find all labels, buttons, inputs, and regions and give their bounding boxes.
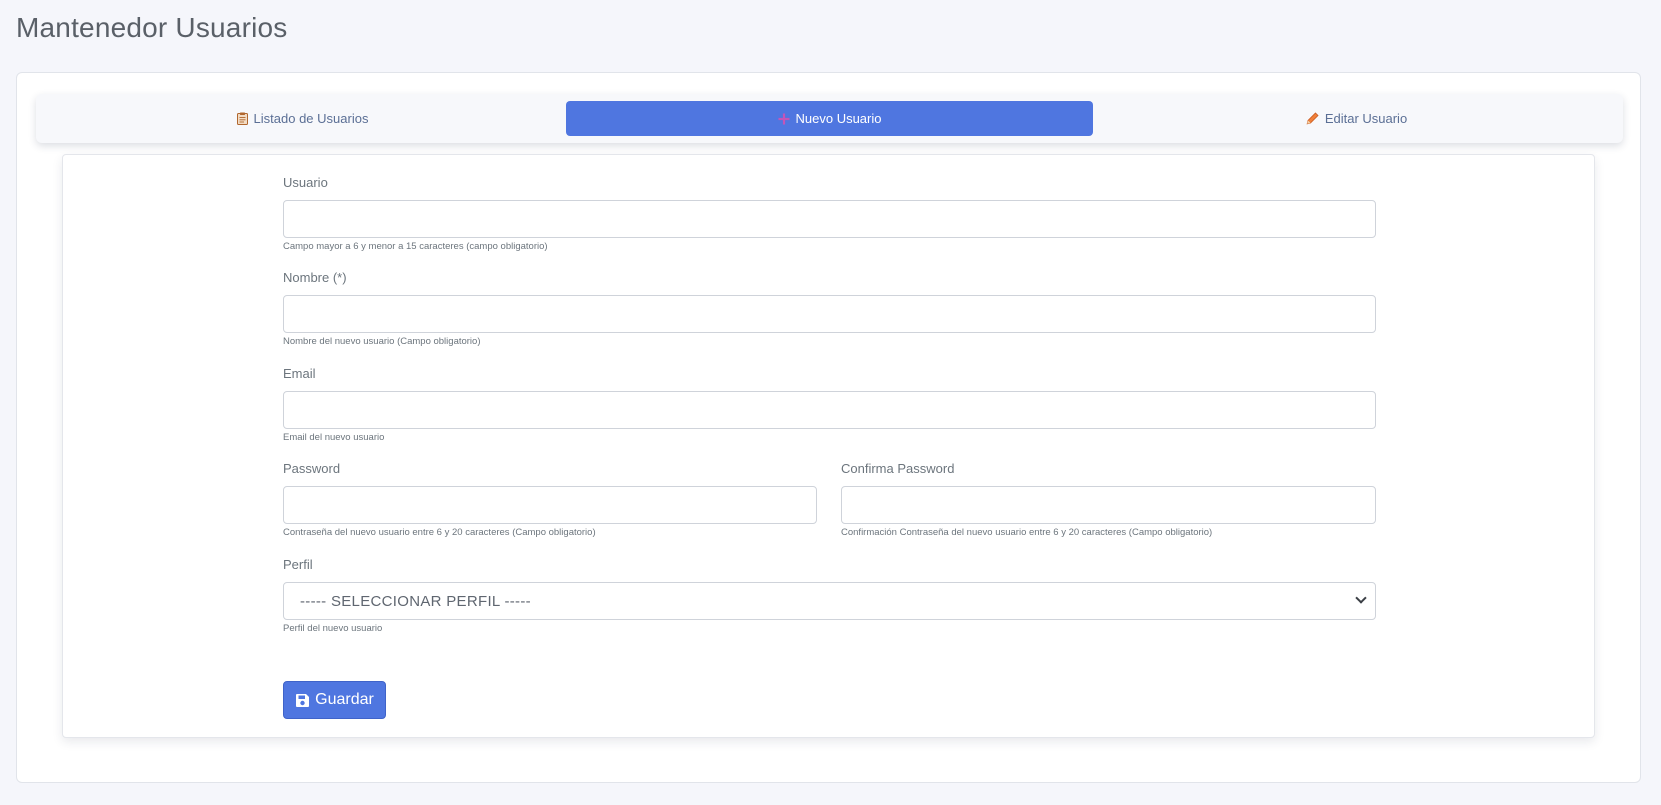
chevron-down-icon: [1355, 592, 1367, 604]
tab-listado-label: Listado de Usuarios: [253, 111, 369, 126]
perfil-select[interactable]: ----- SELECCIONAR PERFIL -----: [283, 582, 1376, 620]
email-help: Email del nuevo usuario: [283, 432, 385, 443]
usuario-label: Usuario: [283, 175, 328, 190]
save-button-label: Guardar: [315, 691, 374, 708]
confirma-password-input[interactable]: [841, 486, 1376, 524]
floppy-disk-icon: [295, 693, 310, 708]
password-label: Password: [283, 461, 341, 476]
nombre-label: Nombre (*): [283, 270, 347, 285]
password-help: Contraseña del nuevo usuario entre 6 y 2…: [283, 527, 596, 538]
tab-nuevo-usuario[interactable]: Nuevo Usuario: [566, 101, 1093, 136]
perfil-help: Perfil del nuevo usuario: [283, 623, 383, 634]
perfil-label: Perfil: [283, 557, 313, 572]
pencil-icon: [1306, 112, 1319, 125]
perfil-selected-value: ----- SELECCIONAR PERFIL -----: [300, 592, 531, 610]
nombre-input[interactable]: [283, 295, 1376, 333]
page-title: Mantenedor Usuarios: [16, 12, 288, 43]
tab-nuevo-label: Nuevo Usuario: [795, 111, 882, 126]
email-label: Email: [283, 366, 316, 381]
usuario-input[interactable]: [283, 200, 1376, 238]
tab-editar-usuario[interactable]: Editar Usuario: [1093, 101, 1620, 136]
nombre-help: Nombre del nuevo usuario (Campo obligato…: [283, 336, 481, 347]
tab-listado-usuarios[interactable]: Listado de Usuarios: [39, 101, 566, 136]
usuario-help: Campo mayor a 6 y menor a 15 caracteres …: [283, 241, 548, 252]
clipboard-icon: [236, 112, 248, 125]
main-card: Listado de Usuarios Nuevo Usuario Editar…: [16, 72, 1641, 783]
save-button[interactable]: Guardar: [283, 681, 386, 719]
plus-icon: [778, 113, 790, 125]
tab-editar-label: Editar Usuario: [1324, 111, 1408, 126]
confirma-password-label: Confirma Password: [841, 461, 955, 476]
new-user-form-card: Usuario Campo mayor a 6 y menor a 15 car…: [62, 154, 1595, 738]
password-input[interactable]: [283, 486, 817, 524]
confirma-password-help: Confirmación Contraseña del nuevo usuari…: [841, 527, 1213, 538]
email-input[interactable]: [283, 391, 1376, 429]
tab-bar: Listado de Usuarios Nuevo Usuario Editar…: [36, 94, 1623, 143]
